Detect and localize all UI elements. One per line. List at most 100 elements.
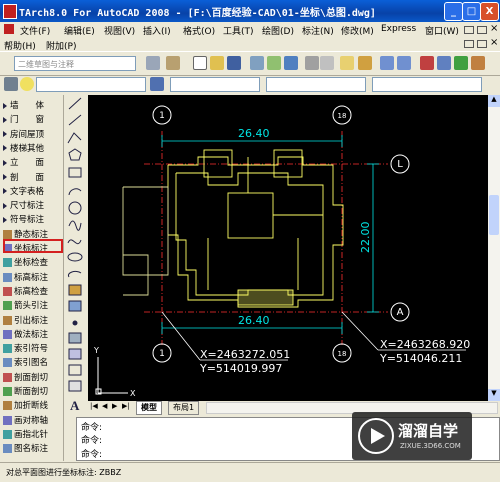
menu-draw[interactable]: 绘图(D) (262, 24, 294, 37)
panel-item[interactable]: 坐标检查 (3, 256, 48, 269)
redo-icon[interactable] (397, 56, 411, 70)
panel-item[interactable]: 引出标注 (3, 314, 48, 327)
layer-manager-icon[interactable] (4, 77, 18, 91)
panel-item[interactable]: 尺寸标注 (3, 199, 44, 212)
doc2-restore-icon[interactable] (477, 40, 487, 48)
tab-first-icon[interactable]: |◀ (90, 402, 98, 410)
match-properties-icon[interactable] (358, 56, 372, 70)
close-button[interactable]: X (480, 2, 499, 21)
panel-item[interactable]: 索引符号 (3, 342, 48, 355)
save-icon[interactable] (227, 56, 241, 70)
panel-item[interactable]: 断面剖切 (3, 385, 48, 398)
panel-item-label: 标高标注 (14, 272, 49, 283)
panel-item[interactable]: 箭头引注 (3, 299, 48, 312)
panel-item[interactable]: 索引图名 (3, 356, 48, 369)
panel-item[interactable]: 做法标注 (3, 328, 48, 341)
publish-icon[interactable] (284, 56, 298, 70)
zoom-previous-icon[interactable] (471, 56, 485, 70)
paste-icon[interactable] (340, 56, 354, 70)
undo-icon[interactable] (380, 56, 394, 70)
layer-combo[interactable] (36, 77, 146, 92)
menu-format[interactable]: 格式(O) (183, 24, 215, 37)
maximize-button[interactable]: □ (462, 2, 481, 21)
point-tool-icon (72, 320, 78, 326)
pan-icon[interactable] (420, 56, 434, 70)
copy-icon[interactable] (320, 56, 334, 70)
panel-item[interactable]: 文字表格 (3, 185, 44, 198)
watermark-play-icon (358, 418, 394, 454)
panel-item[interactable]: 画指北针 (3, 428, 48, 441)
scroll-down-icon[interactable]: ▼ (488, 389, 500, 401)
panel-item-label: 坐标检查 (14, 258, 49, 269)
panel-item[interactable]: 楼梯其他 (3, 142, 44, 155)
doc2-minimize-icon[interactable] (464, 40, 474, 48)
panel-item-icon (3, 344, 12, 354)
command-prompt[interactable]: 命令: (81, 447, 102, 460)
menu-insert[interactable]: 插入(I) (143, 24, 171, 37)
minimize-button[interactable]: _ (444, 2, 463, 21)
expand-arrow-icon (3, 131, 7, 138)
panel-item[interactable]: 标高检查 (3, 285, 48, 298)
panel-item-icon (3, 429, 12, 439)
expand-arrow-icon (3, 145, 7, 152)
doc-minimize-icon[interactable] (464, 26, 474, 34)
drawing-canvas[interactable]: 1 18 L A 1 18 26.40 26.40 22.00 X=246327… (88, 95, 488, 401)
menu-window[interactable]: 窗口(W) (425, 24, 459, 37)
menu-view[interactable]: 视图(V) (104, 24, 135, 37)
panel-item[interactable]: 剖面剖切 (3, 371, 48, 384)
doc-restore-icon[interactable] (477, 26, 487, 34)
panel-item[interactable]: 画对称轴 (3, 414, 48, 427)
doc-close-icon[interactable]: × (490, 23, 498, 34)
menu-express[interactable]: Express (381, 24, 416, 34)
scroll-up-icon[interactable]: ▲ (488, 95, 500, 107)
linetype-combo[interactable] (266, 77, 366, 92)
new-file-icon[interactable] (193, 56, 207, 70)
scroll-thumb[interactable] (489, 195, 499, 235)
doc-icon[interactable] (4, 24, 14, 34)
panel-item[interactable]: 加折断线 (3, 399, 48, 412)
panel-item[interactable]: 房间屋顶 (3, 128, 44, 141)
cut-icon[interactable] (305, 56, 319, 70)
layer-on-icon[interactable] (20, 77, 34, 91)
panel-item-label: 加折断线 (14, 401, 49, 412)
menu-file[interactable]: 文件(F) (20, 24, 50, 37)
app-icon[interactable] (3, 4, 17, 19)
revcloud-tool-icon (68, 220, 82, 231)
panel-item[interactable]: 立 面 (3, 156, 44, 169)
menu-edit[interactable]: 编辑(E) (64, 24, 95, 37)
layer-previous-icon[interactable] (150, 77, 164, 91)
menu-tools[interactable]: 工具(T) (223, 24, 254, 37)
panel-item[interactable]: 墙 体 (3, 99, 44, 112)
status-bar: 对总平面图进行坐标标注: ZBBZ (0, 462, 500, 482)
title-bar: TArch8.0 For AutoCAD 2008 - [F:\百度经验-CAD… (0, 0, 500, 22)
panel-item[interactable]: 图名标注 (3, 442, 48, 455)
open-file-icon[interactable] (210, 56, 224, 70)
zoom-icon[interactable] (437, 56, 451, 70)
tab-prev-icon[interactable]: ◀ (102, 402, 107, 410)
menu-dimension[interactable]: 标注(N) (302, 24, 334, 37)
workspace-combo[interactable]: 二维草图与注释 (14, 56, 136, 71)
tool-icon[interactable] (166, 56, 180, 70)
annex-outline (122, 186, 169, 276)
panel-item[interactable]: 门 窗 (3, 113, 44, 126)
watermark-en-text: ZIXUE.3D66.COM (400, 442, 461, 450)
tab-next-icon[interactable]: ▶ (112, 402, 117, 410)
preview-icon[interactable] (267, 56, 281, 70)
tab-layout1[interactable]: 布局1 (168, 401, 200, 415)
panel-item[interactable]: 剖 面 (3, 171, 44, 184)
tab-last-icon[interactable]: ▶| (122, 402, 130, 410)
vertical-scrollbar[interactable]: ▲ ▼ (488, 95, 500, 401)
hatch-tool-icon (68, 332, 82, 344)
zoom-window-icon[interactable] (454, 56, 468, 70)
panel-item[interactable]: 标高标注 (3, 271, 48, 284)
lineweight-combo[interactable] (372, 77, 482, 92)
settings-icon[interactable] (146, 56, 160, 70)
plot-icon[interactable] (250, 56, 264, 70)
panel-item-label: 立 面 (10, 158, 45, 169)
tab-model[interactable]: 模型 (136, 401, 162, 415)
region-tool-icon (68, 364, 82, 376)
panel-item[interactable]: 符号标注 (3, 213, 44, 226)
doc2-close-icon[interactable]: × (490, 37, 498, 48)
color-combo[interactable] (170, 77, 260, 92)
menu-modify[interactable]: 修改(M) (341, 24, 374, 37)
